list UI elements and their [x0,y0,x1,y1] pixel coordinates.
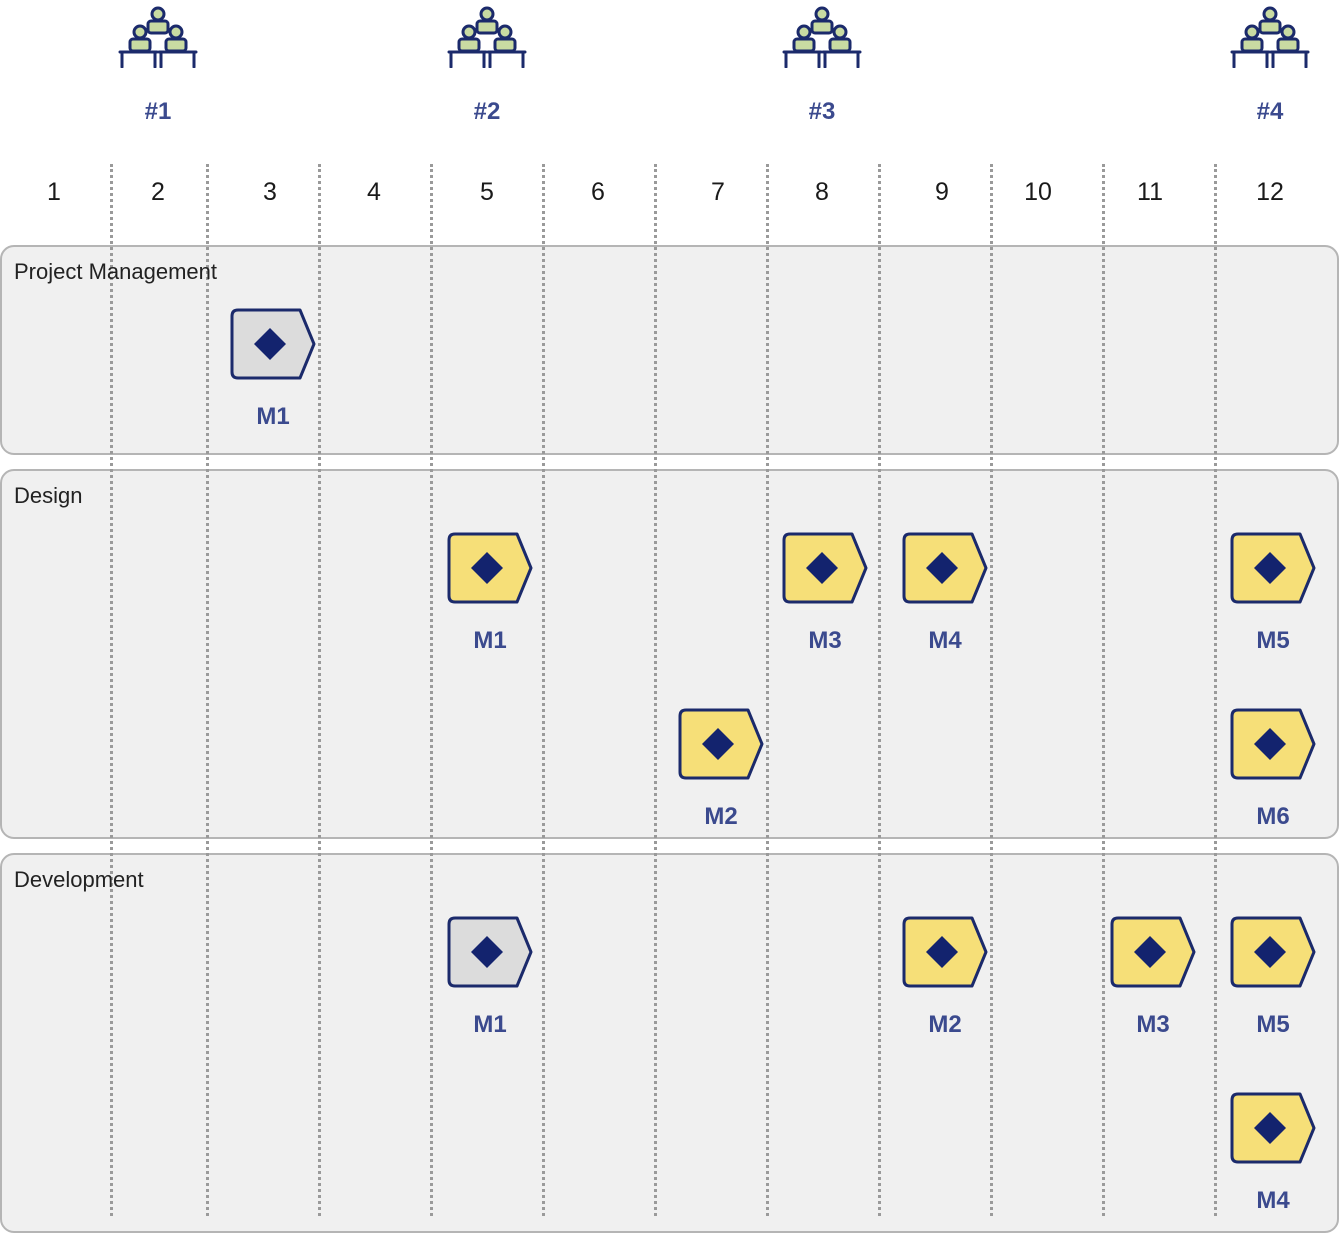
month-divider [430,164,433,1216]
month-label-1: 1 [47,178,61,206]
month-divider [990,164,993,1216]
meeting-label: #2 [473,98,501,125]
lane-development [0,853,1339,1233]
meeting-4: #4 [1225,4,1315,126]
month-divider [206,164,209,1216]
month-divider [1214,164,1217,1216]
milestone-label: M5 [1256,1011,1290,1038]
month-label-4: 4 [367,178,381,206]
meeting-label: #4 [1256,98,1284,125]
month-divider [878,164,881,1216]
month-divider [110,164,113,1216]
month-label-2: 2 [151,178,165,206]
month-label-10: 10 [1024,178,1052,206]
milestone-m4[interactable] [1228,1091,1320,1165]
milestone-m4[interactable] [900,531,992,605]
milestone-label: M3 [1136,1011,1170,1038]
milestone-label: M1 [256,403,290,430]
month-divider [1102,164,1105,1216]
month-label-11: 11 [1137,178,1163,206]
milestone-label: M6 [1256,803,1290,830]
meeting-people-icon [1225,4,1315,68]
milestone-label: M4 [1256,1187,1290,1214]
meeting-label: #3 [808,98,836,125]
milestone-m3[interactable] [780,531,872,605]
month-divider [654,164,657,1216]
milestone-m1[interactable] [228,307,320,381]
lane-title: Design [14,483,83,508]
milestone-label: M1 [473,627,507,654]
milestone-label: M2 [704,803,738,830]
month-divider [542,164,545,1216]
milestone-label: M1 [473,1011,507,1038]
meeting-people-icon [442,4,532,68]
month-label-6: 6 [591,178,605,206]
lane-design [0,469,1339,839]
month-label-8: 8 [815,178,829,206]
month-label-7: 7 [711,178,725,206]
meeting-label: #1 [144,98,172,125]
milestone-roadmap: #1 #2 #3 #4 1 2 3 4 5 6 7 8 9 10 11 12 Project Managem… [0,0,1340,1233]
milestone-m5[interactable] [1228,531,1320,605]
milestone-m3[interactable] [1108,915,1200,989]
milestone-label: M2 [928,1011,962,1038]
month-divider [766,164,769,1216]
meeting-2: #2 [442,4,532,126]
month-label-3: 3 [263,178,277,206]
milestone-m2[interactable] [900,915,992,989]
meeting-3: #3 [777,4,867,126]
milestone-m2[interactable] [676,707,768,781]
lane-title: Development [14,867,144,892]
milestone-label: M4 [928,627,962,654]
meeting-1: #1 [113,4,203,126]
milestone-label: M5 [1256,627,1290,654]
milestone-m5[interactable] [1228,915,1320,989]
month-label-5: 5 [480,178,494,206]
milestone-label: M3 [808,627,842,654]
milestone-m1[interactable] [445,915,537,989]
milestone-m6[interactable] [1228,707,1320,781]
meeting-people-icon [777,4,867,68]
meeting-people-icon [113,4,203,68]
lane-title: Project Management [14,259,217,284]
month-label-12: 12 [1256,178,1284,206]
month-label-9: 9 [935,178,949,206]
milestone-m1[interactable] [445,531,537,605]
